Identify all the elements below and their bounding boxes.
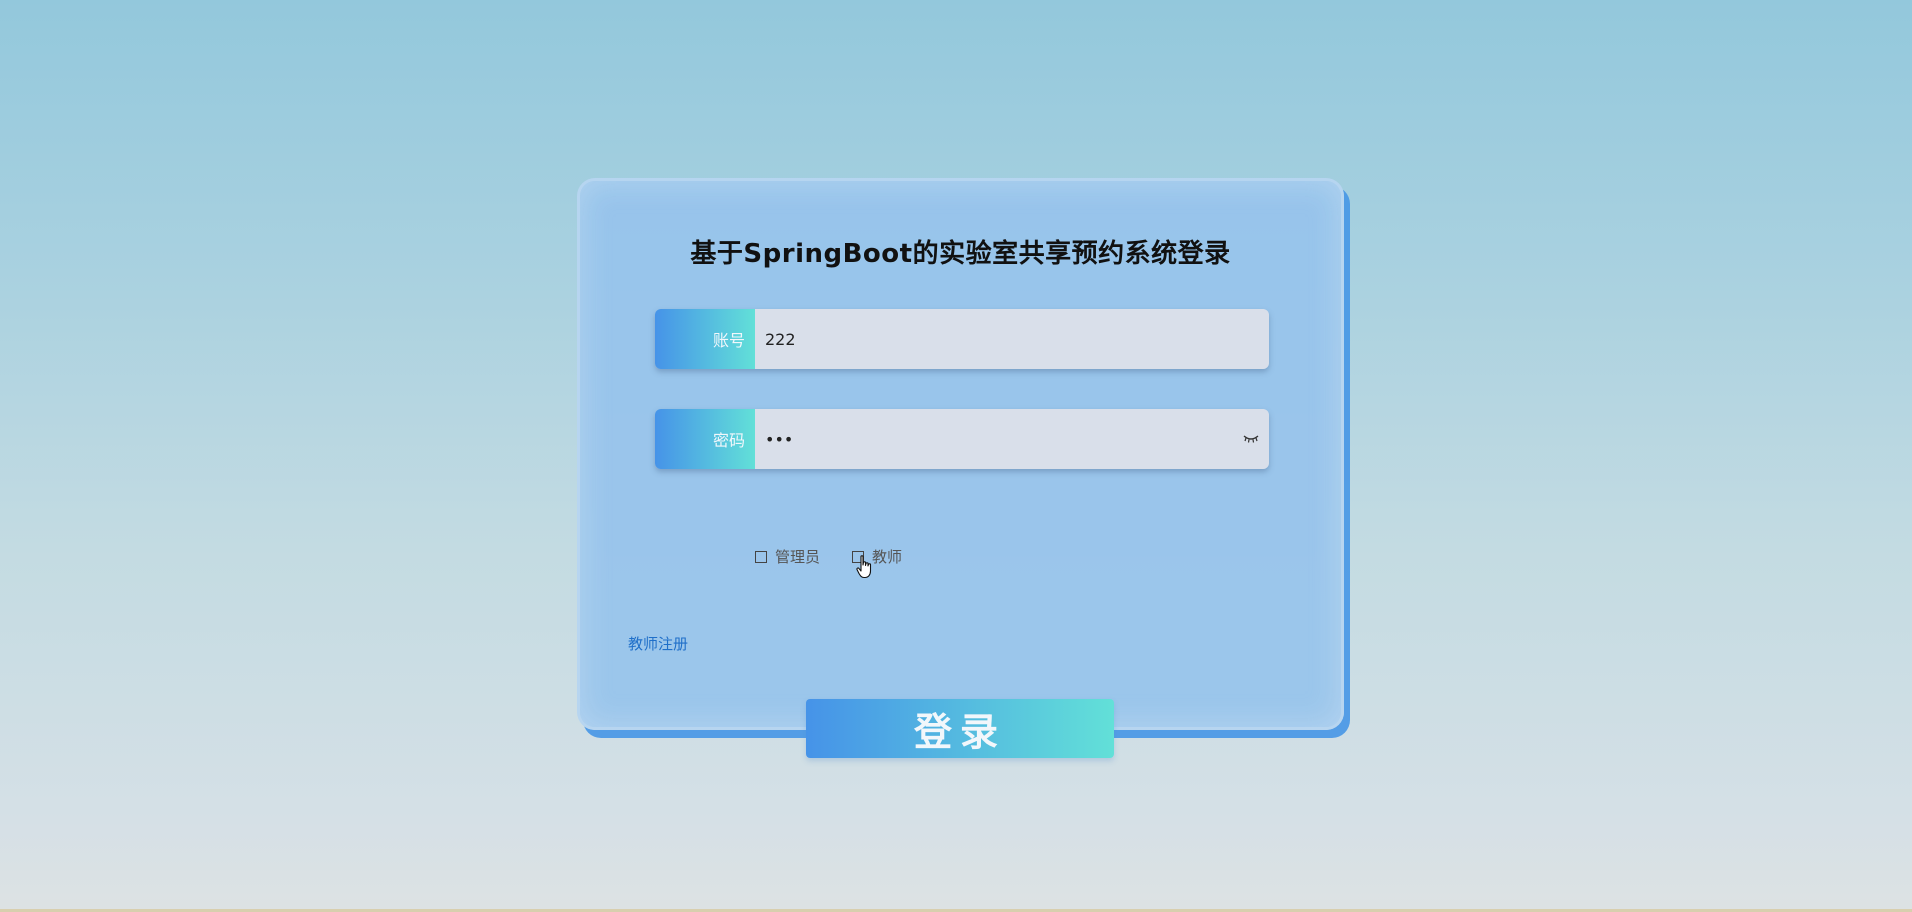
role-group: 管理员 教师 — [755, 546, 902, 567]
account-field: 账号 — [655, 309, 1269, 369]
page-title: 基于SpringBoot的实验室共享预约系统登录 — [690, 239, 1231, 269]
password-field: 密码 — [655, 409, 1269, 469]
teacher-label: 教师 — [872, 548, 903, 566]
teacher-register-link[interactable]: 教师注册 — [628, 633, 688, 654]
eye-closed-icon[interactable] — [1243, 431, 1259, 445]
account-label: 账号 — [655, 309, 755, 369]
role-option-admin[interactable]: 管理员 — [755, 546, 820, 567]
admin-checkbox[interactable] — [755, 550, 767, 563]
login-card: 基于SpringBoot的实验室共享预约系统登录 账号 密码 管理员 教师 教师… — [577, 178, 1344, 730]
account-input[interactable] — [755, 309, 1269, 369]
hand-pointer-icon — [856, 555, 872, 579]
password-label: 密码 — [655, 409, 755, 469]
login-button[interactable]: 登录 — [806, 699, 1114, 758]
password-input[interactable] — [755, 409, 1269, 469]
admin-label: 管理员 — [775, 548, 821, 566]
